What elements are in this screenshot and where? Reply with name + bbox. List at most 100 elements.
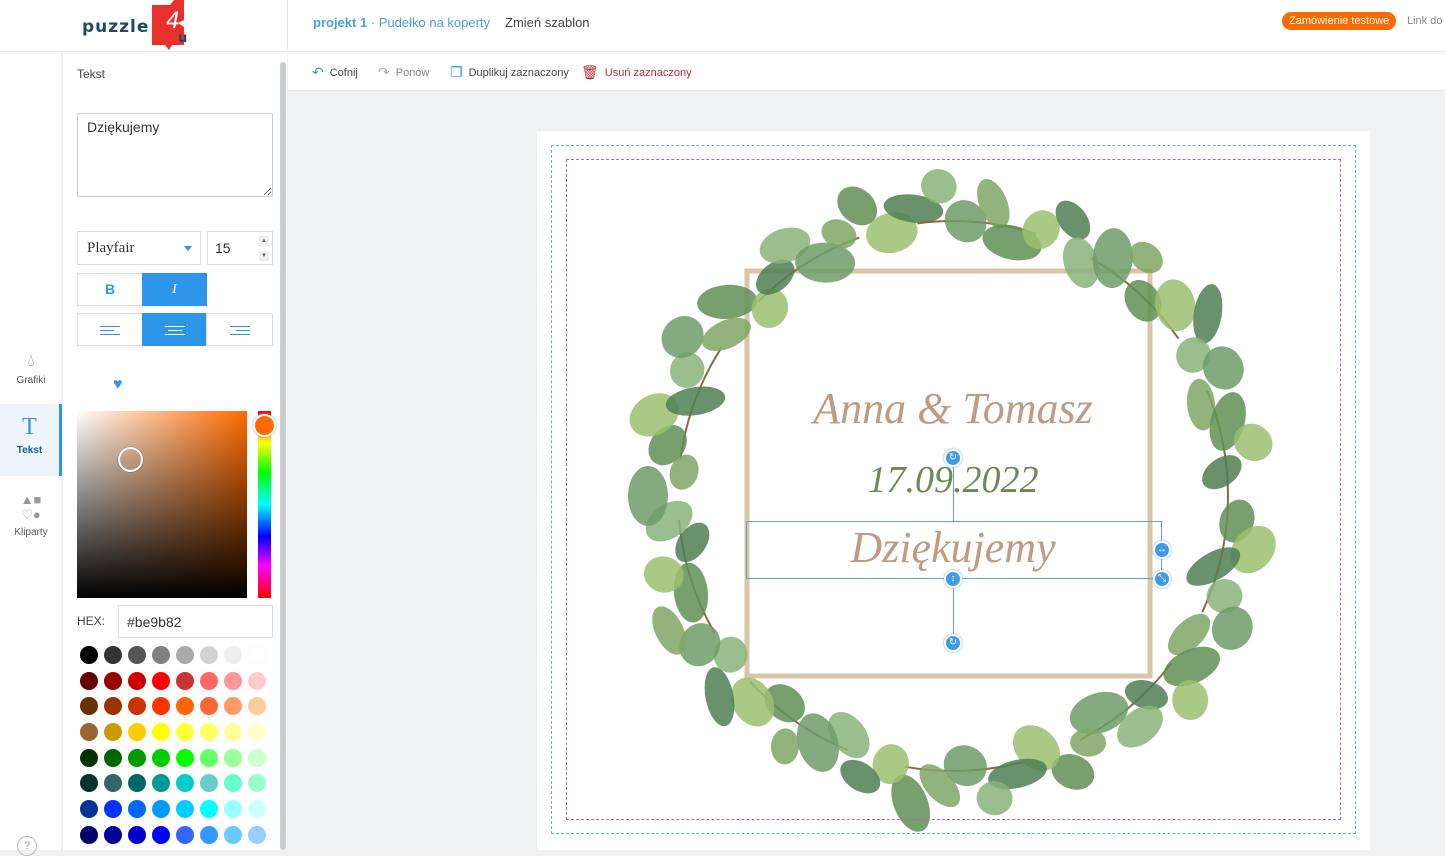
- change-template-link[interactable]: Zmień szablon: [505, 15, 590, 30]
- resize-horizontal-icon[interactable]: ↔: [1153, 541, 1171, 559]
- color-swatch[interactable]: [200, 748, 218, 767]
- logo[interactable]: puzzle u 4: [80, 0, 200, 50]
- color-swatch[interactable]: [104, 671, 122, 690]
- project-breadcrumb[interactable]: projekt 1 · Pudełko na koperty: [313, 15, 490, 30]
- decrement-icon[interactable]: ▼: [259, 251, 269, 261]
- color-swatch[interactable]: [104, 697, 122, 716]
- color-swatch[interactable]: [80, 800, 98, 819]
- delete-button[interactable]: 🗑︎ Usuń zaznaczony: [581, 64, 692, 81]
- font-size-stepper[interactable]: 15 ▲ ▼: [207, 231, 273, 265]
- color-swatch[interactable]: [128, 800, 146, 819]
- resize-diagonal-icon[interactable]: ⤡: [1153, 570, 1171, 588]
- help-icon[interactable]: ?: [17, 836, 37, 856]
- color-swatch[interactable]: [224, 646, 242, 664]
- color-swatch[interactable]: [224, 748, 242, 767]
- color-swatch[interactable]: [80, 697, 98, 716]
- color-swatch[interactable]: [104, 723, 122, 742]
- panel-scrollbar[interactable]: [280, 62, 286, 850]
- color-swatch[interactable]: [104, 646, 122, 664]
- align-center-button[interactable]: [142, 313, 207, 346]
- color-swatch[interactable]: [224, 825, 242, 844]
- duplicate-button[interactable]: ❐ Duplikuj zaznaczony: [450, 64, 569, 81]
- color-swatch[interactable]: [152, 671, 170, 690]
- hex-input[interactable]: #be9b82: [118, 605, 273, 638]
- color-swatch[interactable]: [176, 748, 194, 767]
- color-swatch[interactable]: [200, 671, 218, 690]
- color-swatch[interactable]: [176, 800, 194, 819]
- increment-icon[interactable]: ▲: [259, 236, 269, 246]
- color-picker-handle[interactable]: [118, 447, 143, 472]
- color-swatch[interactable]: [248, 723, 266, 742]
- color-swatch[interactable]: [176, 774, 194, 793]
- color-swatch[interactable]: [80, 774, 98, 793]
- color-swatch[interactable]: [128, 774, 146, 793]
- color-swatch[interactable]: [80, 748, 98, 767]
- link-button[interactable]: Link do: [1407, 15, 1442, 27]
- hue-slider[interactable]: [258, 411, 271, 598]
- color-swatch[interactable]: [248, 671, 266, 690]
- color-swatch[interactable]: [128, 697, 146, 716]
- color-swatch[interactable]: [176, 825, 194, 844]
- color-swatch[interactable]: [248, 748, 266, 767]
- color-swatch[interactable]: [248, 697, 266, 716]
- color-swatch[interactable]: [248, 825, 266, 844]
- sidebar-item-tekst[interactable]: T Tekst: [0, 404, 62, 476]
- font-select[interactable]: Playfair: [77, 231, 201, 265]
- rotate-handle-icon[interactable]: ↻: [944, 634, 962, 652]
- color-swatch[interactable]: [80, 825, 98, 844]
- align-right-button[interactable]: [206, 313, 273, 346]
- color-swatch[interactable]: [248, 800, 266, 819]
- color-swatch[interactable]: [152, 825, 170, 844]
- color-swatch[interactable]: [176, 671, 194, 690]
- color-saturation-picker[interactable]: [77, 411, 247, 598]
- color-swatch[interactable]: [200, 646, 218, 664]
- color-swatch[interactable]: [248, 774, 266, 793]
- color-swatch[interactable]: [200, 723, 218, 742]
- color-swatch[interactable]: [104, 774, 122, 793]
- color-swatch[interactable]: [200, 800, 218, 819]
- color-swatch[interactable]: [128, 825, 146, 844]
- test-order-button[interactable]: Zamówienie testowe: [1282, 12, 1397, 30]
- heart-icon[interactable]: ♥: [113, 376, 123, 394]
- italic-button[interactable]: I: [142, 273, 207, 306]
- color-swatch[interactable]: [224, 697, 242, 716]
- canvas-text-names[interactable]: Anna & Tomasz: [653, 383, 1253, 434]
- color-swatch[interactable]: [224, 671, 242, 690]
- color-swatch[interactable]: [152, 723, 170, 742]
- color-swatch[interactable]: [128, 646, 146, 664]
- sidebar-item-kliparty[interactable]: ▲■ ♡● Kliparty: [0, 482, 62, 554]
- color-swatch[interactable]: [248, 646, 266, 664]
- color-swatch[interactable]: [104, 825, 122, 844]
- resize-vertical-icon[interactable]: ↕: [944, 570, 962, 588]
- align-left-button[interactable]: [77, 313, 143, 346]
- hue-slider-handle[interactable]: [253, 414, 276, 437]
- text-input[interactable]: [77, 113, 273, 197]
- color-swatch[interactable]: [200, 697, 218, 716]
- color-swatch[interactable]: [152, 697, 170, 716]
- color-swatch[interactable]: [152, 748, 170, 767]
- color-swatch[interactable]: [128, 723, 146, 742]
- color-swatch[interactable]: [80, 671, 98, 690]
- rotate-handle-icon[interactable]: ↻: [944, 449, 962, 467]
- color-swatch[interactable]: [176, 646, 194, 664]
- color-swatch[interactable]: [200, 774, 218, 793]
- color-swatch[interactable]: [176, 723, 194, 742]
- color-swatch[interactable]: [80, 723, 98, 742]
- undo-button[interactable]: ↶ Cofnij: [312, 64, 358, 81]
- bold-button[interactable]: B: [77, 273, 143, 306]
- color-swatch[interactable]: [152, 800, 170, 819]
- color-swatch[interactable]: [128, 671, 146, 690]
- redo-button[interactable]: ↷ Ponów: [378, 64, 429, 81]
- color-swatch[interactable]: [104, 800, 122, 819]
- color-swatch[interactable]: [104, 748, 122, 767]
- color-swatch[interactable]: [128, 748, 146, 767]
- color-swatch[interactable]: [80, 646, 98, 664]
- color-swatch[interactable]: [224, 723, 242, 742]
- color-swatch[interactable]: [224, 800, 242, 819]
- color-swatch[interactable]: [152, 646, 170, 664]
- color-swatch[interactable]: [152, 774, 170, 793]
- color-swatch[interactable]: [200, 825, 218, 844]
- sidebar-item-grafiki[interactable]: 💧︎ Grafiki: [0, 340, 62, 412]
- color-swatch[interactable]: [224, 774, 242, 793]
- color-swatch[interactable]: [176, 697, 194, 716]
